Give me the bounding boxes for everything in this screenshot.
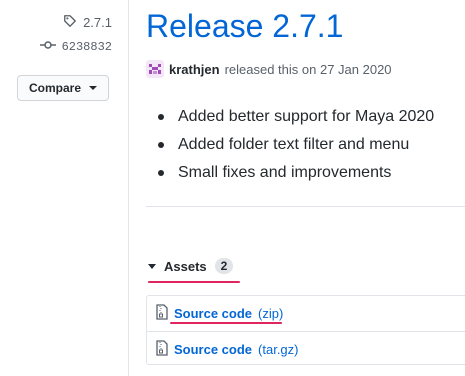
asset-name: Source code	[174, 306, 253, 321]
asset-ext: (tar.gz)	[258, 341, 299, 357]
asset-source-targz[interactable]: Source code (tar.gz)	[147, 331, 465, 366]
assets-toggle[interactable]: Assets 2	[148, 258, 234, 274]
compare-button[interactable]: Compare	[17, 75, 109, 101]
assets-label: Assets	[164, 258, 207, 274]
release-notes: Added better support for Maya 2020 Added…	[156, 103, 434, 187]
tag-link[interactable]: 2.7.1	[63, 14, 112, 31]
commit-icon	[39, 40, 56, 54]
release-title[interactable]: Release 2.7.1	[146, 8, 343, 45]
release-note-item: Added better support for Maya 2020	[156, 103, 434, 131]
chevron-down-icon	[89, 86, 97, 90]
commit-link[interactable]: 6238832	[39, 40, 112, 54]
annotation-underline-assets	[148, 281, 240, 283]
release-sidebar: 2.7.1 6238832 Compare	[0, 0, 128, 376]
assets-count-badge: 2	[214, 258, 234, 274]
release-date-text: released this on 27 Jan 2020	[224, 61, 392, 77]
triangle-down-icon	[148, 263, 156, 269]
section-divider	[146, 206, 465, 207]
asset-ext: (zip)	[258, 306, 284, 321]
assets-list: Source code (zip) Source code (tar.gz)	[146, 295, 465, 365]
release-meta: krathjen released this on 27 Jan 2020	[146, 60, 392, 78]
compare-label: Compare	[28, 81, 81, 95]
commit-sha: 6238832	[61, 40, 112, 54]
release-note-item: Added folder text filter and menu	[156, 131, 434, 159]
avatar[interactable]	[146, 60, 164, 78]
file-zip-icon	[156, 339, 168, 359]
file-zip-icon	[156, 304, 168, 323]
tag-label: 2.7.1	[83, 15, 112, 30]
asset-name: Source code	[174, 341, 253, 357]
annotation-underline-source-code	[170, 322, 282, 324]
asset-source-zip[interactable]: Source code (zip)	[147, 296, 465, 331]
release-note-item: Small fixes and improvements	[156, 159, 434, 187]
author-link[interactable]: krathjen	[169, 62, 220, 77]
sidebar-divider	[128, 0, 129, 376]
tag-icon	[63, 14, 77, 31]
